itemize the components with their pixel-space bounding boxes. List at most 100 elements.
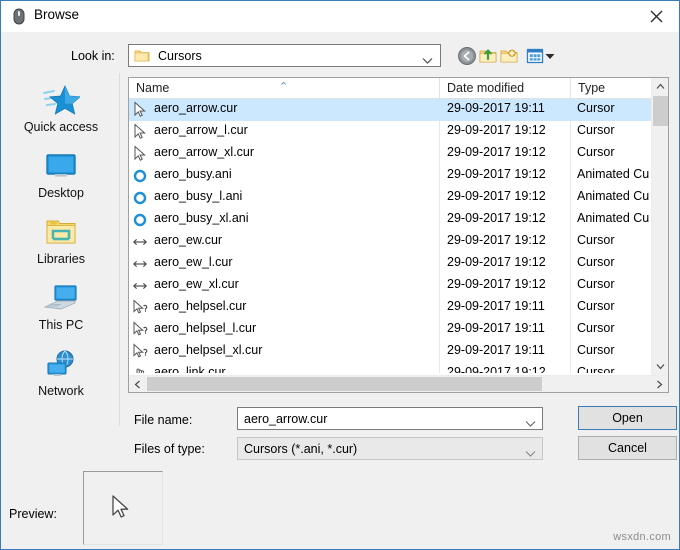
file-name-cell: aero_ew_xl.cur (154, 277, 239, 291)
file-name-cell: aero_arrow_xl.cur (154, 145, 254, 159)
scroll-right-button[interactable] (651, 376, 668, 392)
file-date-cell: 29-09-2017 19:11 (447, 299, 545, 313)
column-header-date-modified[interactable]: Date modified (440, 78, 571, 98)
arrow-cursor-icon (132, 145, 151, 163)
arrow-cursor-icon (132, 101, 151, 119)
table-row[interactable]: aero_ew.cur29-09-2017 19:12Cursor (129, 231, 651, 253)
file-type-cell: Cursor (577, 123, 615, 137)
table-row[interactable]: aero_busy_xl.ani29-09-2017 19:12Animated… (129, 209, 651, 231)
file-date-cell: 29-09-2017 19:12 (447, 145, 546, 159)
help-select-icon (132, 343, 151, 361)
file-name-cell: aero_arrow.cur (154, 101, 237, 115)
table-row[interactable]: aero_helpsel_xl.cur29-09-2017 19:11Curso… (129, 341, 651, 363)
file-type-cell: Cursor (577, 299, 615, 313)
file-date-cell: 29-09-2017 19:12 (447, 189, 546, 203)
hand-link-icon (132, 365, 151, 373)
file-type-cell: Animated Cu (577, 211, 649, 225)
title-bar: Browse (1, 1, 679, 32)
chevron-right-icon (656, 380, 663, 389)
files-of-type-select[interactable]: Cursors (*.ani, *.cur) (237, 437, 543, 460)
chevron-up-icon (656, 83, 665, 90)
file-name-cell: aero_link.cur (154, 365, 226, 373)
sidebar-item-desktop[interactable]: Desktop (2, 145, 120, 211)
horizontal-scroll-thumb[interactable] (147, 377, 542, 391)
file-name-cell: aero_arrow_l.cur (154, 123, 248, 137)
up-folder-button[interactable] (478, 46, 498, 66)
horizontal-scrollbar[interactable] (129, 375, 668, 392)
file-name-input[interactable]: aero_arrow.cur (237, 407, 543, 430)
busy-ring-icon (132, 211, 151, 229)
window-title: Browse (34, 7, 79, 22)
file-type-cell: Cursor (577, 343, 615, 357)
file-name-cell: aero_helpsel.cur (154, 299, 246, 313)
close-button[interactable] (633, 1, 679, 31)
close-icon (650, 10, 663, 23)
file-date-cell: 29-09-2017 19:12 (447, 365, 546, 373)
look-in-combo[interactable]: Cursors (128, 44, 441, 67)
column-header-label: Date modified (447, 81, 524, 95)
vertical-scroll-thumb[interactable] (653, 96, 668, 126)
chevron-down-icon (656, 363, 665, 370)
file-name-cell: aero_ew.cur (154, 233, 222, 247)
sidebar-item-quick-access[interactable]: Quick access (2, 79, 120, 145)
arrow-cursor-icon (110, 494, 132, 525)
sidebar-item-label: Network (2, 384, 120, 398)
back-arrow-icon (457, 46, 477, 66)
open-button[interactable]: Open (578, 406, 677, 430)
table-row[interactable]: aero_arrow_l.cur29-09-2017 19:12Cursor (129, 121, 651, 143)
file-date-cell: 29-09-2017 19:12 (447, 167, 546, 181)
file-list: Name ⌃ Date modified Type aero_arrow.cur… (128, 77, 669, 393)
back-button[interactable] (457, 46, 477, 66)
file-type-cell: Cursor (577, 145, 615, 159)
sort-ascending-icon: ⌃ (279, 77, 288, 97)
chevron-down-icon[interactable] (525, 445, 536, 463)
chevron-down-icon[interactable] (422, 52, 433, 70)
cancel-button[interactable]: Cancel (578, 436, 677, 460)
vertical-scrollbar[interactable] (651, 78, 668, 375)
sidebar-item-this-pc[interactable]: This PC (2, 277, 120, 343)
views-dropdown-button[interactable] (544, 46, 558, 66)
column-header-name[interactable]: Name ⌃ (129, 78, 440, 98)
table-row[interactable]: aero_ew_xl.cur29-09-2017 19:12Cursor (129, 275, 651, 297)
arrow-cursor-icon (132, 123, 151, 141)
file-date-cell: 29-09-2017 19:11 (447, 343, 545, 357)
table-row[interactable]: aero_helpsel.cur 29-09-2017 19:11 Cursor (129, 297, 651, 319)
new-folder-icon (499, 46, 519, 66)
new-folder-button[interactable] (499, 46, 519, 66)
preview-label: Preview: (9, 507, 57, 521)
table-row[interactable]: aero_ew_l.cur29-09-2017 19:12Cursor (129, 253, 651, 275)
table-row[interactable]: aero_arrow_xl.cur 29-09-2017 19:12 Cursor (129, 143, 651, 165)
busy-ring-icon (132, 167, 151, 185)
file-date-cell: 29-09-2017 19:11 (447, 321, 545, 335)
help-select-icon (132, 299, 151, 317)
file-type-cell: Cursor (577, 233, 615, 247)
monitor-icon (2, 147, 120, 185)
busy-ring-icon (132, 189, 151, 207)
scroll-down-button[interactable] (652, 358, 668, 375)
column-header-row: Name ⌃ Date modified Type (129, 78, 668, 99)
scroll-up-button[interactable] (652, 78, 668, 95)
table-row[interactable]: aero_busy_l.ani29-09-2017 19:12Animated … (129, 187, 651, 209)
views-button[interactable] (525, 46, 545, 66)
scroll-left-button[interactable] (129, 376, 146, 392)
file-type-cell: Cursor (577, 365, 615, 373)
up-folder-icon (478, 46, 498, 66)
file-type-cell: Cursor (577, 255, 615, 269)
chevron-down-icon (544, 46, 556, 66)
table-row[interactable]: aero_helpsel_l.cur29-09-2017 19:11Cursor (129, 319, 651, 341)
table-row[interactable]: aero_link.cur 29-09-2017 19:12 Cursor (129, 363, 651, 373)
file-type-cell: Cursor (577, 277, 615, 291)
computer-icon (2, 279, 120, 317)
sidebar-item-network[interactable]: Network (2, 343, 120, 409)
files-of-type-value: Cursors (*.ani, *.cur) (244, 442, 357, 456)
help-select-icon (132, 321, 151, 339)
sidebar-item-libraries[interactable]: Libraries (2, 211, 120, 277)
column-header-type[interactable]: Type (571, 78, 651, 98)
table-row[interactable]: aero_arrow.cur29-09-2017 19:11Cursor (129, 99, 651, 121)
chevron-down-icon[interactable] (525, 415, 536, 433)
file-type-cell: Animated Cu (577, 189, 649, 203)
file-date-cell: 29-09-2017 19:12 (447, 255, 546, 269)
table-row[interactable]: aero_busy.ani29-09-2017 19:12Animated Cu (129, 165, 651, 187)
column-header-label: Type (578, 81, 605, 95)
sidebar-item-label: This PC (2, 318, 120, 332)
